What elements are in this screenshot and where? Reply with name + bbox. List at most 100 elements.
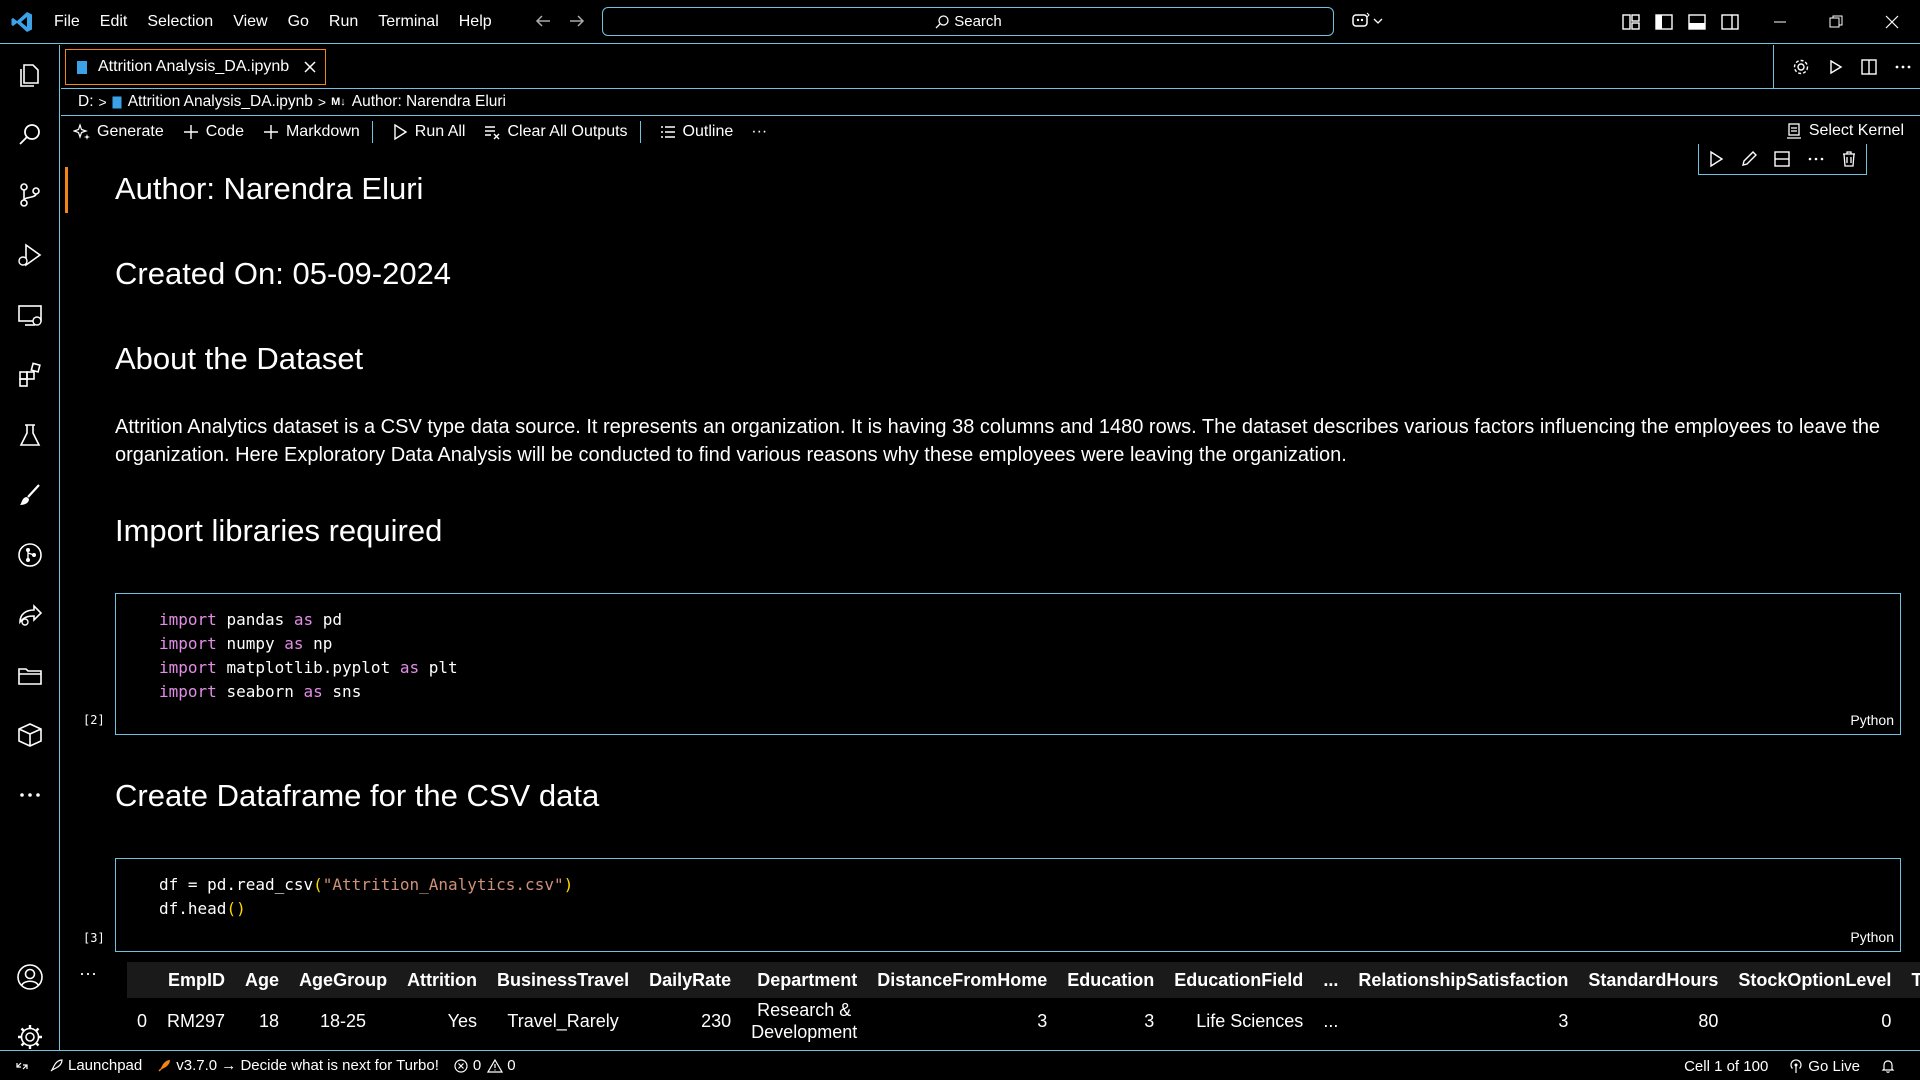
back-arrow-icon[interactable]: [532, 10, 554, 32]
list-icon: [660, 126, 675, 138]
clear-outputs-label: Clear All Outputs: [507, 123, 628, 140]
heading-create-dataframe[interactable]: Create Dataframe for the CSV data: [115, 778, 599, 814]
remote-explorer-icon: [18, 305, 42, 326]
problems-status[interactable]: 0 0: [453, 1057, 516, 1074]
turbo-status[interactable]: v3.7.0 → Decide what is next for Turbo!: [156, 1057, 439, 1074]
activity-source-control[interactable]: [0, 167, 60, 223]
plus-icon: [183, 125, 198, 139]
bell-icon: [1881, 1060, 1895, 1073]
menu-selection[interactable]: Selection: [147, 13, 213, 31]
minimize-icon: [1774, 21, 1786, 23]
notebook-file-icon: [77, 60, 87, 74]
column-header: Department: [757, 969, 858, 990]
table-cell: 0: [1881, 1010, 1892, 1031]
activity-search[interactable]: [0, 107, 60, 163]
heading-about-dataset[interactable]: About the Dataset: [115, 341, 363, 377]
markdown-label: Markdown: [285, 123, 360, 140]
plus-icon: [263, 125, 278, 139]
activity-accounts[interactable]: [0, 949, 60, 1005]
activity-packages[interactable]: [0, 707, 60, 763]
activity-testing[interactable]: [0, 407, 60, 463]
close-tab-icon[interactable]: [301, 58, 319, 76]
heading-import-libraries[interactable]: Import libraries required: [115, 513, 442, 549]
output-more-button[interactable]: ···: [79, 963, 97, 984]
code-cell-read-csv[interactable]: df = pd.read_csv("Attrition_Analytics.cs…: [115, 858, 1901, 952]
sparkle-icon: [73, 123, 90, 140]
more-actions-icon[interactable]: [1893, 57, 1913, 77]
cell-language-label[interactable]: Python: [1850, 712, 1894, 728]
folders-icon: [18, 668, 42, 685]
code-editor[interactable]: import pandas as pd import numpy as np i…: [116, 594, 1900, 704]
menu-run[interactable]: Run: [329, 13, 358, 31]
column-header: RelationshipSatisfaction: [1358, 969, 1569, 990]
activity-bar: [0, 45, 60, 1050]
extensions-icon: [19, 362, 41, 387]
activity-explorer[interactable]: [0, 47, 60, 103]
toolbar-more-button[interactable]: ···: [751, 123, 767, 141]
tab-attrition-notebook[interactable]: Attrition Analysis_DA.ipynb: [65, 49, 326, 85]
table-cell: Travel_Rarely: [507, 1010, 619, 1031]
broadcast-icon: [1790, 1059, 1802, 1073]
menu-go[interactable]: Go: [288, 13, 309, 31]
code-cell-imports[interactable]: import pandas as pd import numpy as np i…: [115, 593, 1901, 735]
command-center-search[interactable]: Search: [602, 7, 1334, 36]
breadcrumb-separator: >: [98, 94, 107, 110]
nav-arrows: [532, 10, 588, 32]
activity-remote-explorer[interactable]: [0, 287, 60, 343]
restore-button[interactable]: [1808, 0, 1864, 44]
split-editor-icon[interactable]: [1859, 57, 1879, 77]
notifications-button[interactable]: [1880, 1058, 1900, 1074]
settings-icon[interactable]: [1791, 57, 1811, 77]
toggle-panel-icon[interactable]: [1686, 11, 1708, 33]
activity-more[interactable]: [0, 767, 60, 823]
editor-tab-strip: Attrition Analysis_DA.ipynb: [61, 45, 1920, 89]
run-all-button[interactable]: Run All: [391, 123, 465, 141]
toggle-secondary-sidebar-icon[interactable]: [1719, 11, 1741, 33]
minimize-button[interactable]: [1752, 0, 1808, 44]
customize-layout-icon[interactable]: [1620, 11, 1642, 33]
activity-paint[interactable]: [0, 467, 60, 523]
status-right: Cell 1 of 100 Go Live: [1684, 1051, 1920, 1080]
add-code-button[interactable]: Code: [182, 123, 244, 141]
toggle-primary-sidebar-icon[interactable]: [1653, 11, 1675, 33]
activity-live-share[interactable]: [0, 587, 60, 643]
copilot-button[interactable]: [1350, 10, 1384, 32]
activity-extensions[interactable]: [0, 347, 60, 403]
menu-terminal[interactable]: Terminal: [378, 13, 438, 31]
menu-help[interactable]: Help: [459, 13, 492, 31]
generate-button[interactable]: Generate: [73, 123, 164, 141]
menu-edit[interactable]: Edit: [100, 13, 128, 31]
go-live-button[interactable]: Go Live: [1788, 1058, 1860, 1075]
cell-position-status[interactable]: Cell 1 of 100: [1684, 1058, 1768, 1075]
column-header: AgeGroup: [299, 969, 388, 990]
heading-author[interactable]: Author: Narendra Eluri: [115, 171, 423, 207]
activity-gitlens[interactable]: [0, 527, 60, 583]
column-header: Age: [245, 969, 280, 990]
outline-button[interactable]: Outline: [659, 123, 733, 141]
add-markdown-button[interactable]: Markdown: [262, 123, 360, 141]
paragraph-about-dataset[interactable]: Attrition Analytics dataset is a CSV typ…: [115, 413, 1905, 469]
run-icon[interactable]: [1825, 57, 1845, 77]
forward-arrow-icon[interactable]: [566, 10, 588, 32]
activity-run-debug[interactable]: [0, 227, 60, 283]
activity-project-manager[interactable]: [0, 647, 60, 703]
search-icon: [935, 14, 949, 28]
select-kernel-button[interactable]: Select Kernel: [1785, 122, 1904, 140]
heading-created-on[interactable]: Created On: 05-09-2024: [115, 256, 451, 292]
code-editor[interactable]: df = pd.read_csv("Attrition_Analytics.cs…: [116, 859, 1900, 921]
menu-view[interactable]: View: [233, 13, 267, 31]
launchpad-status[interactable]: Launchpad: [48, 1057, 142, 1074]
search-icon: [19, 124, 40, 145]
clear-outputs-button[interactable]: Clear All Outputs: [483, 123, 628, 141]
table-cell: 0: [137, 1010, 148, 1031]
remote-indicator[interactable]: [14, 1058, 34, 1074]
remote-icon: [16, 1062, 28, 1069]
launchpad-label: Launchpad: [68, 1057, 143, 1074]
breadcrumb-cell[interactable]: Author: Narendra Eluri: [352, 93, 506, 111]
column-header: Education: [1067, 969, 1155, 990]
menu-file[interactable]: File: [54, 13, 80, 31]
breadcrumb-drive[interactable]: D:: [78, 93, 94, 111]
breadcrumb-file[interactable]: Attrition Analysis_DA.ipynb: [128, 93, 313, 111]
cell-language-label[interactable]: Python: [1850, 929, 1894, 945]
close-window-button[interactable]: [1864, 0, 1920, 44]
